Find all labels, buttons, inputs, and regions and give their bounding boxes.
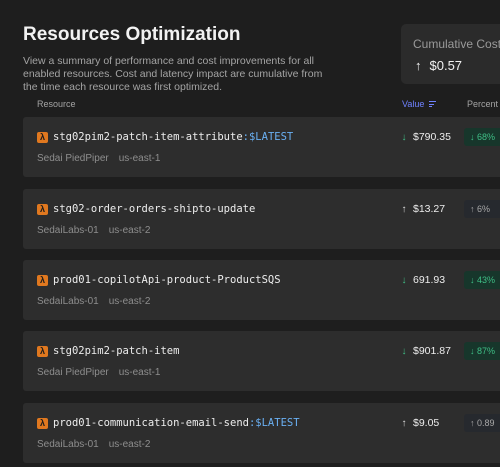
- percent-text: 68%: [477, 132, 496, 142]
- cumulative-cost-amount: $0.57: [429, 58, 463, 73]
- page-description: View a summary of performance and cost i…: [23, 55, 323, 93]
- aws-lambda-icon: λ: [37, 204, 48, 215]
- resource-row[interactable]: λ stg02-order-orders-shipto-update SedaiLa…: [23, 189, 500, 249]
- resource-name-text: stg02pim2-patch-item: [53, 345, 180, 357]
- arrow-down-icon: ↓: [470, 132, 475, 142]
- cumulative-cost-label: Cumulative Cost: [413, 37, 500, 51]
- resource-name[interactable]: stg02pim2-patch-item-attribute:$LATEST: [53, 131, 293, 143]
- aws-lambda-icon: λ: [37, 275, 48, 286]
- resource-row[interactable]: λ prod01-communication-email-send:$LATEST…: [23, 403, 500, 463]
- resource-meta: Sedai PiedPiper us-east-1: [37, 153, 160, 164]
- resource-value: ↓ $790.35: [399, 131, 451, 143]
- resource-value-text: $901.87: [413, 345, 451, 357]
- resource-region: us-east-2: [108, 296, 151, 307]
- arrow-down-icon: ↓: [470, 346, 475, 356]
- resource-meta: SedaiLabs-01 us-east-2: [37, 296, 150, 307]
- percent-badge: ↑ 6%: [464, 200, 500, 218]
- column-header-resource: Resource: [37, 99, 76, 109]
- cumulative-cost-card[interactable]: Cumulative Cost ↑ $0.57: [401, 24, 500, 84]
- arrow-up-icon: ↑: [401, 418, 407, 429]
- arrow-down-icon: ↓: [470, 275, 475, 285]
- resource-name[interactable]: stg02pim2-patch-item: [53, 345, 179, 357]
- resource-name[interactable]: prod01-copilotApi-product-ProductSQS: [53, 274, 281, 286]
- resource-meta: SedaiLabs-01 us-east-2: [37, 225, 150, 236]
- percent-text: 43%: [477, 275, 496, 285]
- resource-name-text: prod01-copilotApi-product-ProductSQS: [53, 274, 281, 286]
- resource-value-text: $9.05: [413, 417, 440, 429]
- resource-name[interactable]: prod01-communication-email-send:$LATEST: [53, 417, 300, 429]
- resource-name[interactable]: stg02-order-orders-shipto-update: [53, 203, 255, 215]
- arrow-down-icon: ↓: [401, 346, 407, 357]
- resource-value: ↑ $13.27: [399, 203, 446, 215]
- resource-account: Sedai PiedPiper: [37, 153, 109, 164]
- percent-text: 6%: [477, 204, 491, 214]
- arrow-up-icon: ↑: [470, 418, 475, 428]
- resource-value-text: 691.93: [413, 274, 446, 286]
- percent-badge: ↑ 0.89: [464, 414, 500, 432]
- resource-account: SedaiLabs-01: [37, 296, 99, 307]
- percent-badge: ↓ 68%: [464, 128, 500, 146]
- resource-value-text: $13.27: [413, 203, 446, 215]
- arrow-up-icon: ↑: [401, 204, 407, 215]
- resource-name-text: stg02pim2-patch-item-attribute: [53, 131, 243, 143]
- column-header-value-label: Value: [402, 99, 425, 109]
- page-title: Resources Optimization: [23, 24, 241, 45]
- resource-account: SedaiLabs-01: [37, 439, 99, 450]
- resource-value: ↓ $901.87: [399, 345, 451, 357]
- cumulative-cost-value: ↑ $0.57: [415, 58, 462, 73]
- column-header-percent: Percent: [467, 99, 499, 109]
- percent-text: 87%: [477, 346, 496, 356]
- aws-lambda-icon: λ: [37, 132, 48, 143]
- resource-version: :$LATEST: [242, 131, 294, 143]
- percent-text: 0.89: [477, 418, 495, 428]
- resource-version: :$LATEST: [248, 417, 300, 429]
- percent-badge: ↓ 87%: [464, 342, 500, 360]
- arrow-down-icon: ↓: [401, 132, 407, 143]
- resource-region: us-east-1: [118, 153, 161, 164]
- resource-value-text: $790.35: [413, 131, 451, 143]
- aws-lambda-icon: λ: [37, 418, 48, 429]
- arrow-up-icon: ↑: [470, 204, 475, 214]
- column-header-value[interactable]: Value: [402, 99, 437, 109]
- resource-row[interactable]: λ prod01-copilotApi-product-ProductSQS Sed…: [23, 260, 500, 320]
- percent-badge: ↓ 43%: [464, 271, 500, 289]
- resource-row[interactable]: λ stg02pim2-patch-item-attribute:$LATEST S…: [23, 117, 500, 177]
- resource-region: us-east-1: [118, 367, 161, 378]
- resource-name-text: stg02-order-orders-shipto-update: [53, 203, 256, 215]
- resource-value: ↑ $9.05: [399, 417, 440, 429]
- resource-meta: Sedai PiedPiper us-east-1: [37, 367, 160, 378]
- arrow-up-icon: ↑: [415, 58, 422, 73]
- resource-account: SedaiLabs-01: [37, 225, 99, 236]
- resource-meta: SedaiLabs-01 us-east-2: [37, 439, 150, 450]
- resource-name-text: prod01-communication-email-send: [53, 417, 249, 429]
- resource-region: us-east-2: [108, 225, 151, 236]
- arrow-down-icon: ↓: [401, 275, 407, 286]
- resource-value: ↓ 691.93: [399, 274, 446, 286]
- aws-lambda-icon: λ: [37, 346, 48, 357]
- sort-descending-icon[interactable]: [429, 101, 437, 107]
- resource-row[interactable]: λ stg02pim2-patch-item Sedai PiedPiper us-e…: [23, 331, 500, 391]
- resource-region: us-east-2: [108, 439, 151, 450]
- resource-account: Sedai PiedPiper: [37, 367, 109, 378]
